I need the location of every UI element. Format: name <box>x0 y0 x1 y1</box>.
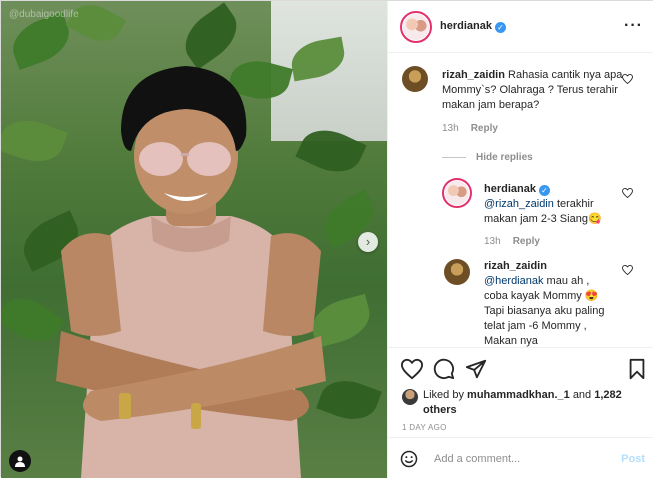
comment-username[interactable]: rizah_zaidin <box>442 69 505 81</box>
photo-watermark: @dubaigoodlife <box>9 9 79 20</box>
comment-icon[interactable] <box>433 358 455 380</box>
reply-username[interactable]: rizah_zaidin <box>484 260 547 272</box>
post-button[interactable]: Post <box>621 453 645 465</box>
heart-icon[interactable] <box>622 188 633 198</box>
more-options-button[interactable]: ··· <box>624 17 643 35</box>
reply-mention[interactable]: @rizah_zaidin <box>484 198 554 210</box>
post-dialog: @dubaigoodlife › herdianak ✓ ··· rizah_z… <box>0 0 653 478</box>
post-photo[interactable]: @dubaigoodlife › <box>1 1 387 478</box>
comment-body: rizah_zaidin Rahasia cantik nya apa Momm… <box>442 68 628 113</box>
heart-icon[interactable] <box>622 74 633 84</box>
reply-username[interactable]: herdianak <box>484 183 536 195</box>
reply-meta: 13h Reply <box>484 236 540 247</box>
reply-body: herdianak ✓ @rizah_zaidin terakhir makan … <box>484 182 614 227</box>
commenter-avatar[interactable] <box>402 66 428 92</box>
heart-icon[interactable] <box>401 358 423 380</box>
ellipsis-icon: ··· <box>624 17 643 34</box>
post-sidebar: herdianak ✓ ··· rizah_zaidin Rahasia cant… <box>387 1 653 478</box>
reply-emoji: 😋 <box>587 213 602 225</box>
bookmark-icon[interactable] <box>626 358 648 380</box>
author-info: herdianak ✓ <box>440 20 506 33</box>
add-comment-bar: Post <box>388 437 653 478</box>
reply-button[interactable]: Reply <box>513 236 540 247</box>
comment-meta: 13h Reply <box>442 123 498 134</box>
reply-mention[interactable]: @herdianak <box>484 275 543 287</box>
reply-time: 13h <box>484 236 501 247</box>
hide-replies-button[interactable]: Hide replies <box>442 152 533 163</box>
post-header: herdianak ✓ ··· <box>388 1 653 53</box>
heart-icon[interactable] <box>622 265 633 275</box>
likes-prefix: Liked by <box>423 389 464 401</box>
reply-avatar[interactable] <box>442 178 472 208</box>
comment-time: 13h <box>442 123 459 134</box>
reply-text-continued: Tapi biasanya aku paling telat jam -6 Mo… <box>484 305 605 347</box>
tagged-users-button[interactable] <box>9 450 31 472</box>
author-avatar[interactable] <box>400 11 432 43</box>
reply-emoji: 😍 <box>584 290 599 302</box>
hide-replies-label: Hide replies <box>476 152 533 163</box>
chevron-right-icon: › <box>365 234 371 249</box>
comment-input[interactable] <box>434 448 604 470</box>
post-date[interactable]: 1 DAY AGO <box>402 423 447 432</box>
liker-avatar <box>402 389 418 405</box>
reply-body: rizah_zaidin @herdianak mau ah , coba ka… <box>484 259 609 347</box>
smiley-icon[interactable] <box>400 450 418 468</box>
next-photo-button[interactable]: › <box>358 232 378 252</box>
likes-and: and <box>572 389 592 401</box>
person-figure <box>56 66 326 478</box>
likes-text: Liked by muhammadkhan._1 and 1,282 other… <box>423 388 638 418</box>
user-tag-icon <box>15 456 25 467</box>
post-actions: Liked by muhammadkhan._1 and 1,282 other… <box>388 347 653 437</box>
author-username[interactable]: herdianak <box>440 20 492 32</box>
liker-username[interactable]: muhammadkhan._1 <box>467 389 570 401</box>
divider-line <box>442 156 466 158</box>
verified-badge-icon: ✓ <box>494 22 506 33</box>
verified-badge-icon: ✓ <box>538 185 550 196</box>
reply-avatar[interactable] <box>444 259 470 285</box>
comments-list[interactable]: rizah_zaidin Rahasia cantik nya apa Momm… <box>388 54 653 347</box>
paper-plane-icon[interactable] <box>465 358 487 380</box>
reply-button[interactable]: Reply <box>471 123 498 134</box>
